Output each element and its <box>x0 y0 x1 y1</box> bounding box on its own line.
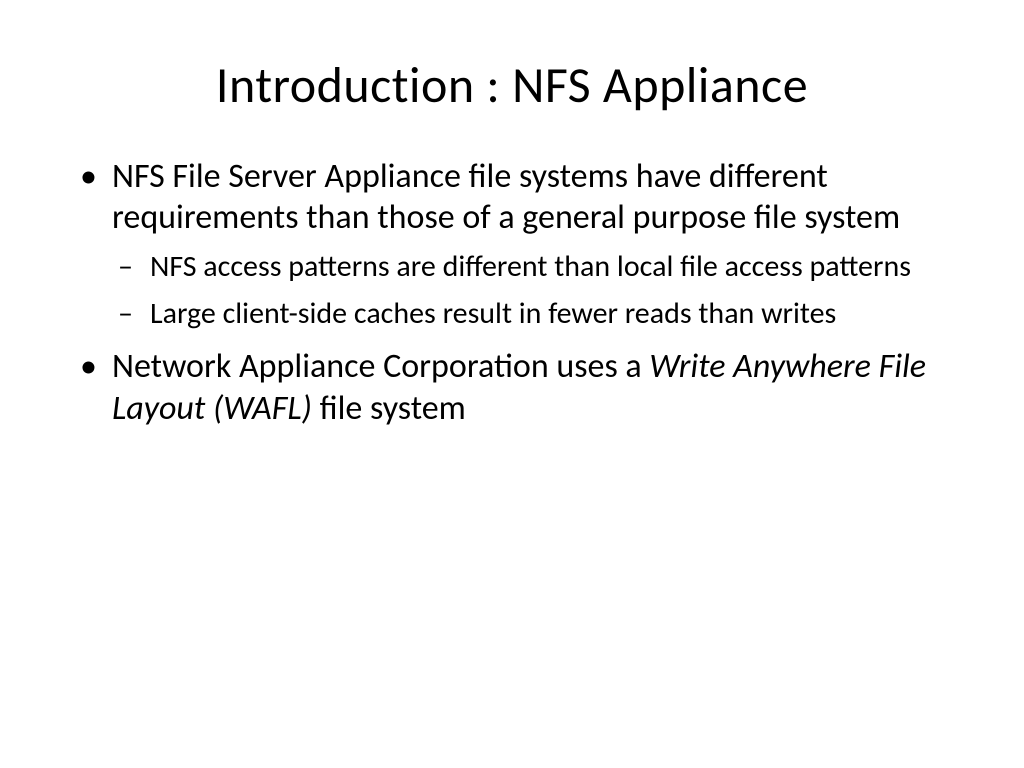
sub-bullet-item: Large client-side caches result in fewer… <box>112 296 954 333</box>
bullet-item: NFS File Server Appliance file systems h… <box>70 156 954 332</box>
sub-bullet-item: NFS access patterns are different than l… <box>112 249 954 286</box>
slide: Introduction : NFS Appliance NFS File Se… <box>0 0 1024 768</box>
sub-bullet-list: NFS access patterns are different than l… <box>112 249 954 332</box>
bullet-list: NFS File Server Appliance file systems h… <box>70 156 954 429</box>
bullet-text: NFS File Server Appliance file systems h… <box>112 156 900 238</box>
bullet-text-prefix: Network Appliance Corporation uses a <box>112 346 649 387</box>
bullet-item: Network Appliance Corporation uses a Wri… <box>70 346 954 429</box>
slide-title: Introduction : NFS Appliance <box>70 55 954 116</box>
bullet-text-suffix: file system <box>312 388 466 429</box>
